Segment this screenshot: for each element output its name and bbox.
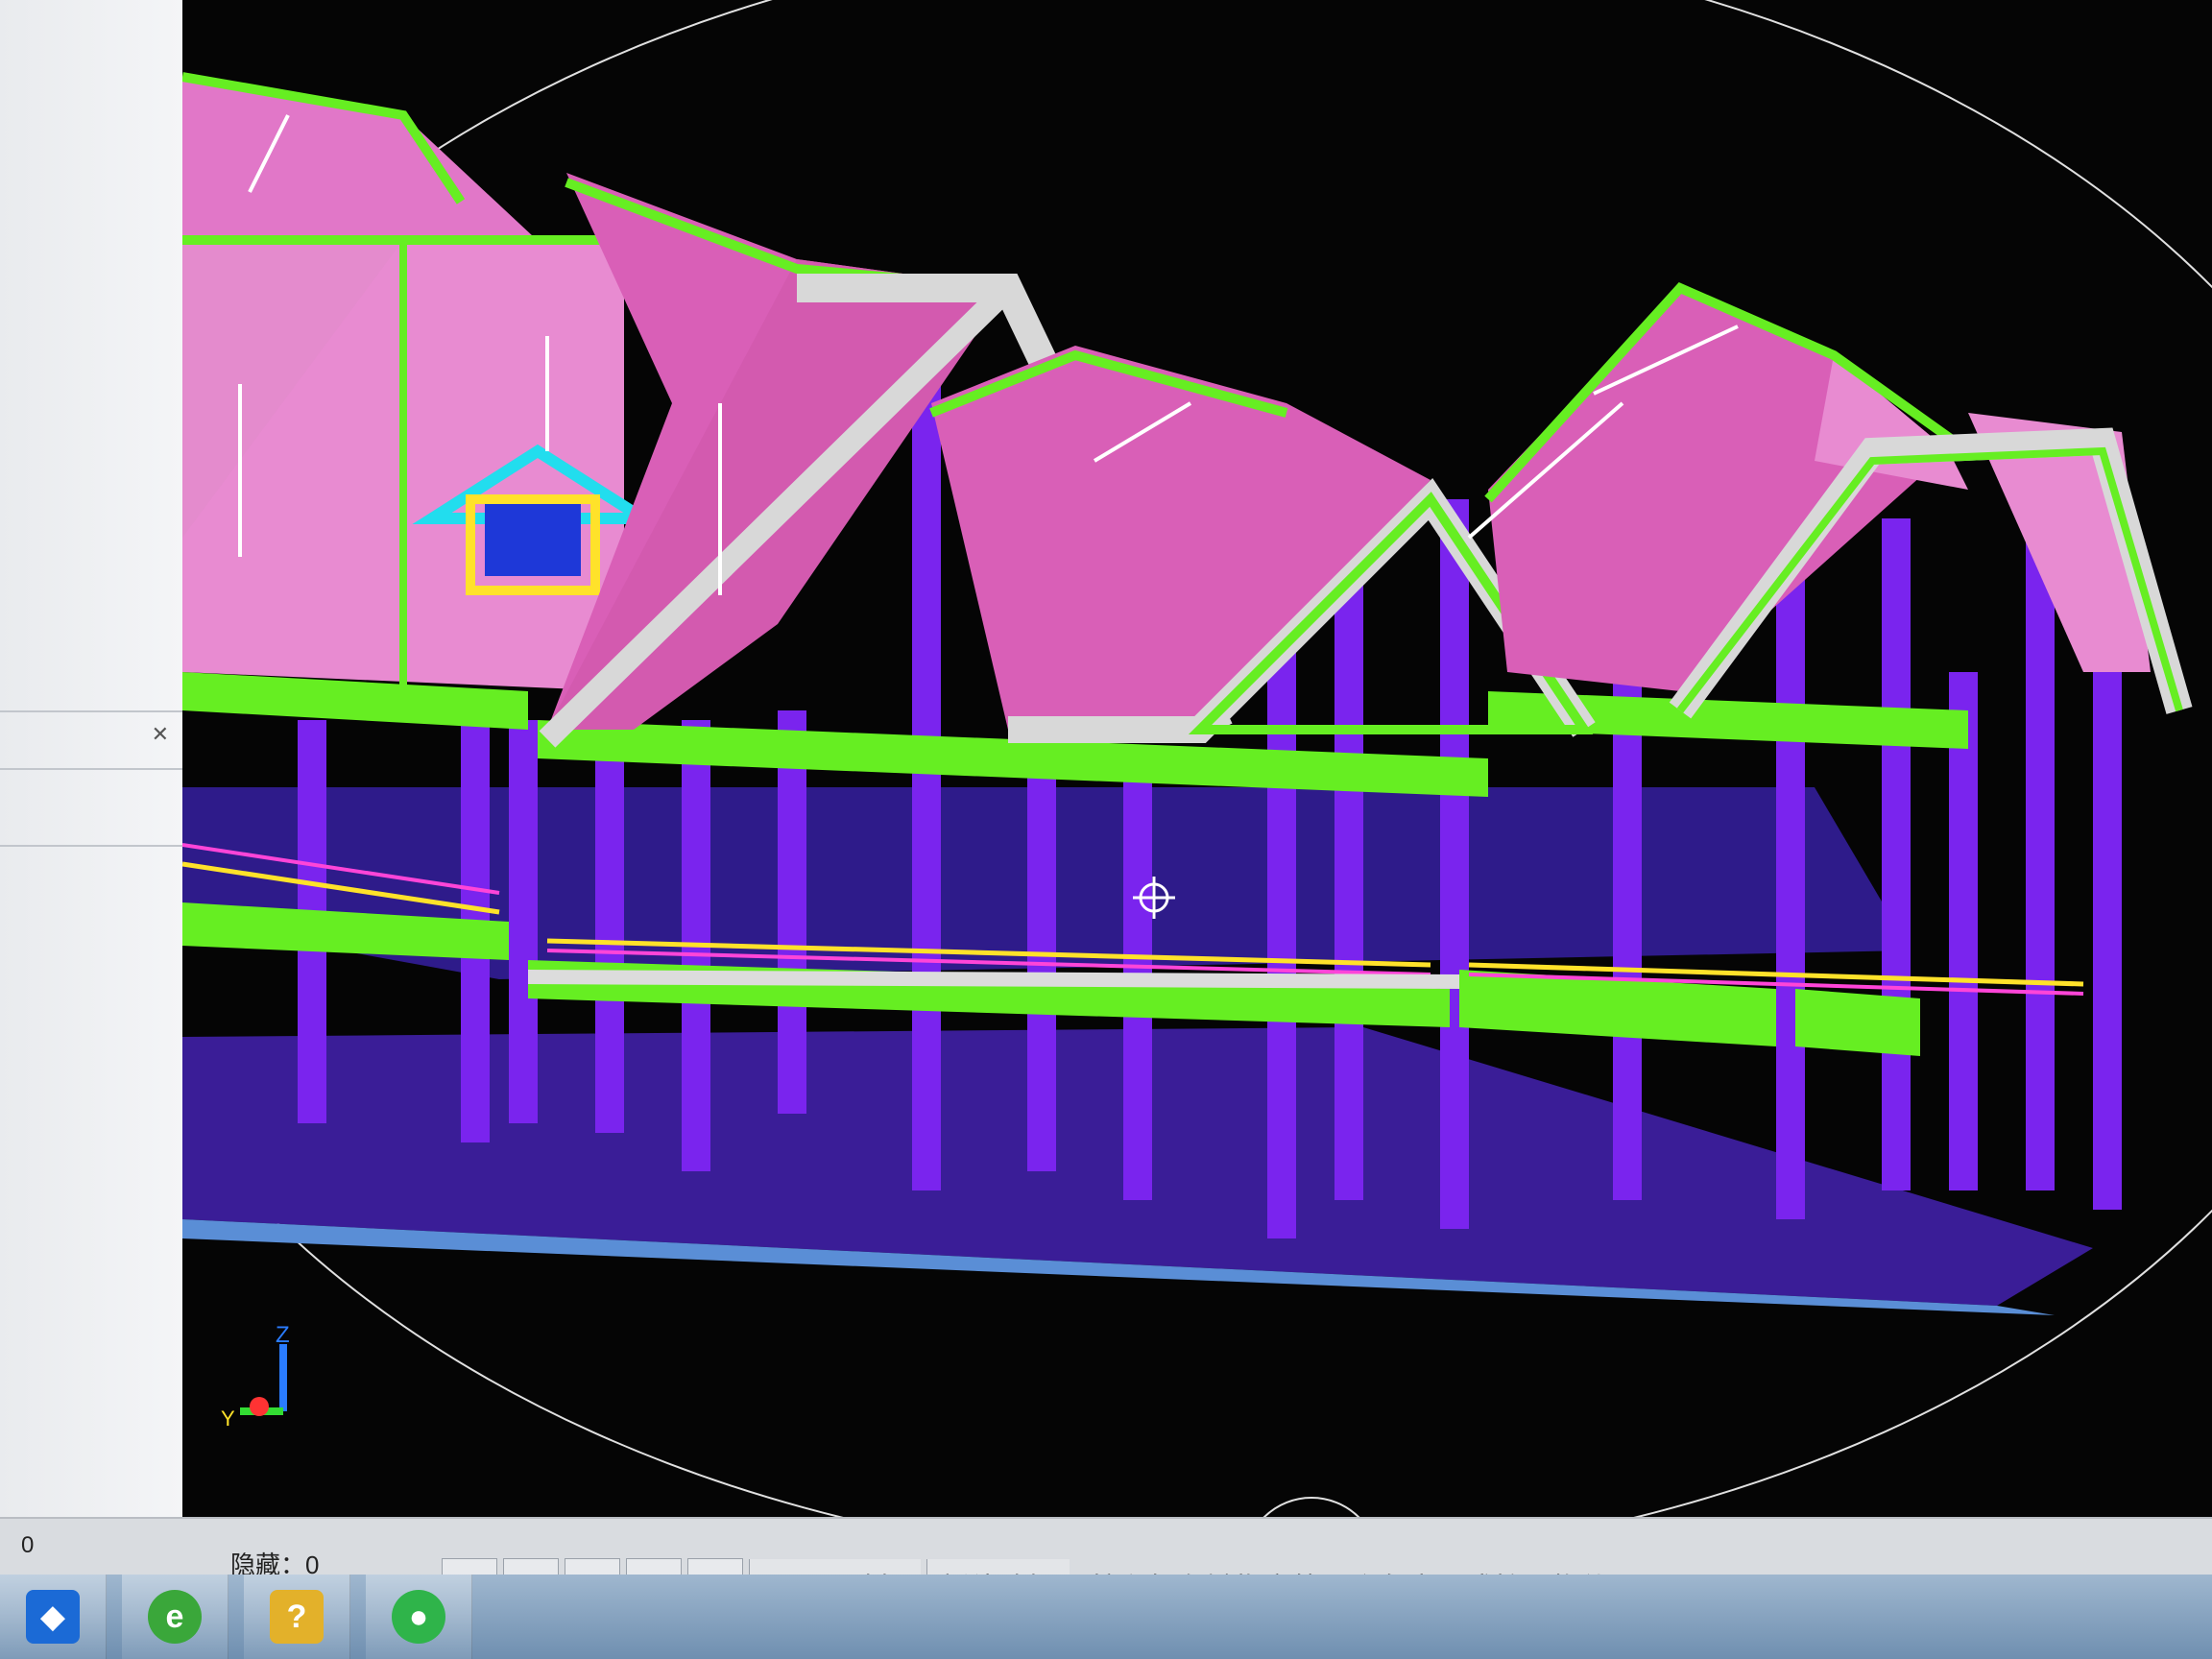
panel-divider	[0, 768, 182, 770]
app-icon: ◆	[26, 1590, 80, 1644]
left-panel: ✕	[0, 0, 184, 1517]
axis-y-label: Y	[221, 1407, 235, 1431]
roof-gable-4	[1484, 281, 2193, 719]
taskbar-item[interactable]: ?	[244, 1575, 350, 1659]
panel-divider	[0, 710, 182, 712]
building-model: Z Y	[182, 0, 2212, 1517]
taskbar-item[interactable]: ●	[366, 1575, 472, 1659]
3d-viewport[interactable]: Z Y	[182, 0, 2212, 1517]
roof-gable-3	[929, 346, 1596, 743]
taskbar-item[interactable]: e	[122, 1575, 228, 1659]
taskbar: ◆ e ? ●	[0, 1575, 2212, 1659]
axis-gizmo: Z Y	[221, 1322, 290, 1431]
wechat-icon: ●	[392, 1590, 445, 1644]
axis-z-label: Z	[276, 1322, 290, 1348]
taskbar-item[interactable]: ◆	[0, 1575, 107, 1659]
browser-icon: e	[148, 1590, 202, 1644]
orbit-small-circle	[1262, 1497, 1360, 1517]
roof-gable-left	[182, 72, 624, 691]
panel-divider	[0, 845, 182, 847]
help-icon: ?	[270, 1590, 324, 1644]
close-icon[interactable]: ✕	[152, 722, 169, 747]
status-left-value: 0	[21, 1532, 35, 1558]
